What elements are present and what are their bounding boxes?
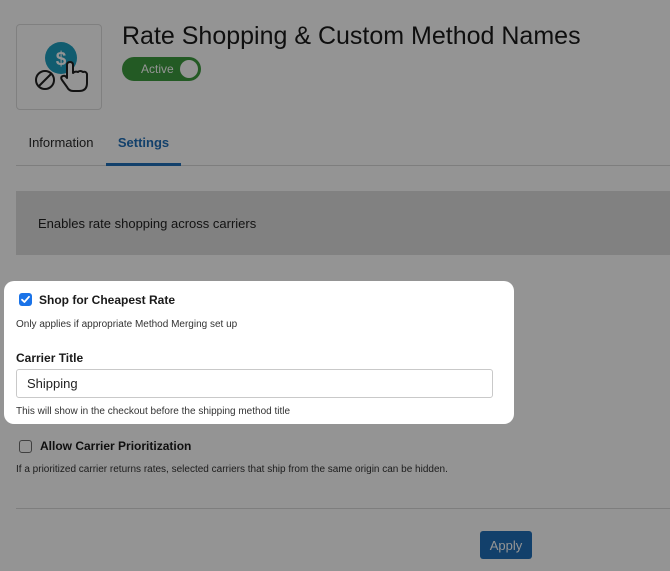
allow-carrier-prioritization-label: Allow Carrier Prioritization [40, 439, 192, 453]
dollar-hand-pointer-icon: $ [35, 42, 88, 92]
toggle-knob [180, 60, 198, 78]
highlighted-settings-card: Shop for Cheapest Rate Only applies if a… [4, 281, 514, 424]
app-detail-page: $ Rate Shopping & Custom Method Names Ac… [0, 0, 670, 571]
toggle-label: Active [141, 62, 174, 76]
allow-carrier-prioritization-checkbox[interactable] [19, 440, 32, 453]
description-text: Enables rate shopping across carriers [38, 216, 257, 231]
page-title: Rate Shopping & Custom Method Names [122, 22, 581, 50]
carrier-title-hint: This will show in the checkout before th… [16, 406, 291, 417]
shop-cheapest-rate-checkbox[interactable] [19, 293, 32, 306]
carrier-title-input[interactable] [16, 369, 493, 398]
app-logo: $ [16, 24, 102, 110]
shop-cheapest-rate-label: Shop for Cheapest Rate [39, 293, 176, 307]
shop-cheapest-rate-hint: Only applies if appropriate Method Mergi… [16, 319, 238, 330]
svg-text:$: $ [56, 49, 67, 70]
carrier-title-label: Carrier Title [16, 351, 84, 365]
active-toggle[interactable]: Active [122, 57, 201, 81]
section-divider [16, 508, 670, 509]
apply-button[interactable]: Apply [480, 531, 532, 559]
tab-bar: Information Settings [16, 124, 670, 166]
tab-settings[interactable]: Settings [106, 124, 181, 166]
allow-carrier-prioritization-hint: If a prioritized carrier returns rates, … [16, 464, 448, 475]
description-banner: Enables rate shopping across carriers [16, 191, 670, 255]
tab-information[interactable]: Information [16, 124, 106, 164]
checkmark-icon [21, 295, 30, 303]
